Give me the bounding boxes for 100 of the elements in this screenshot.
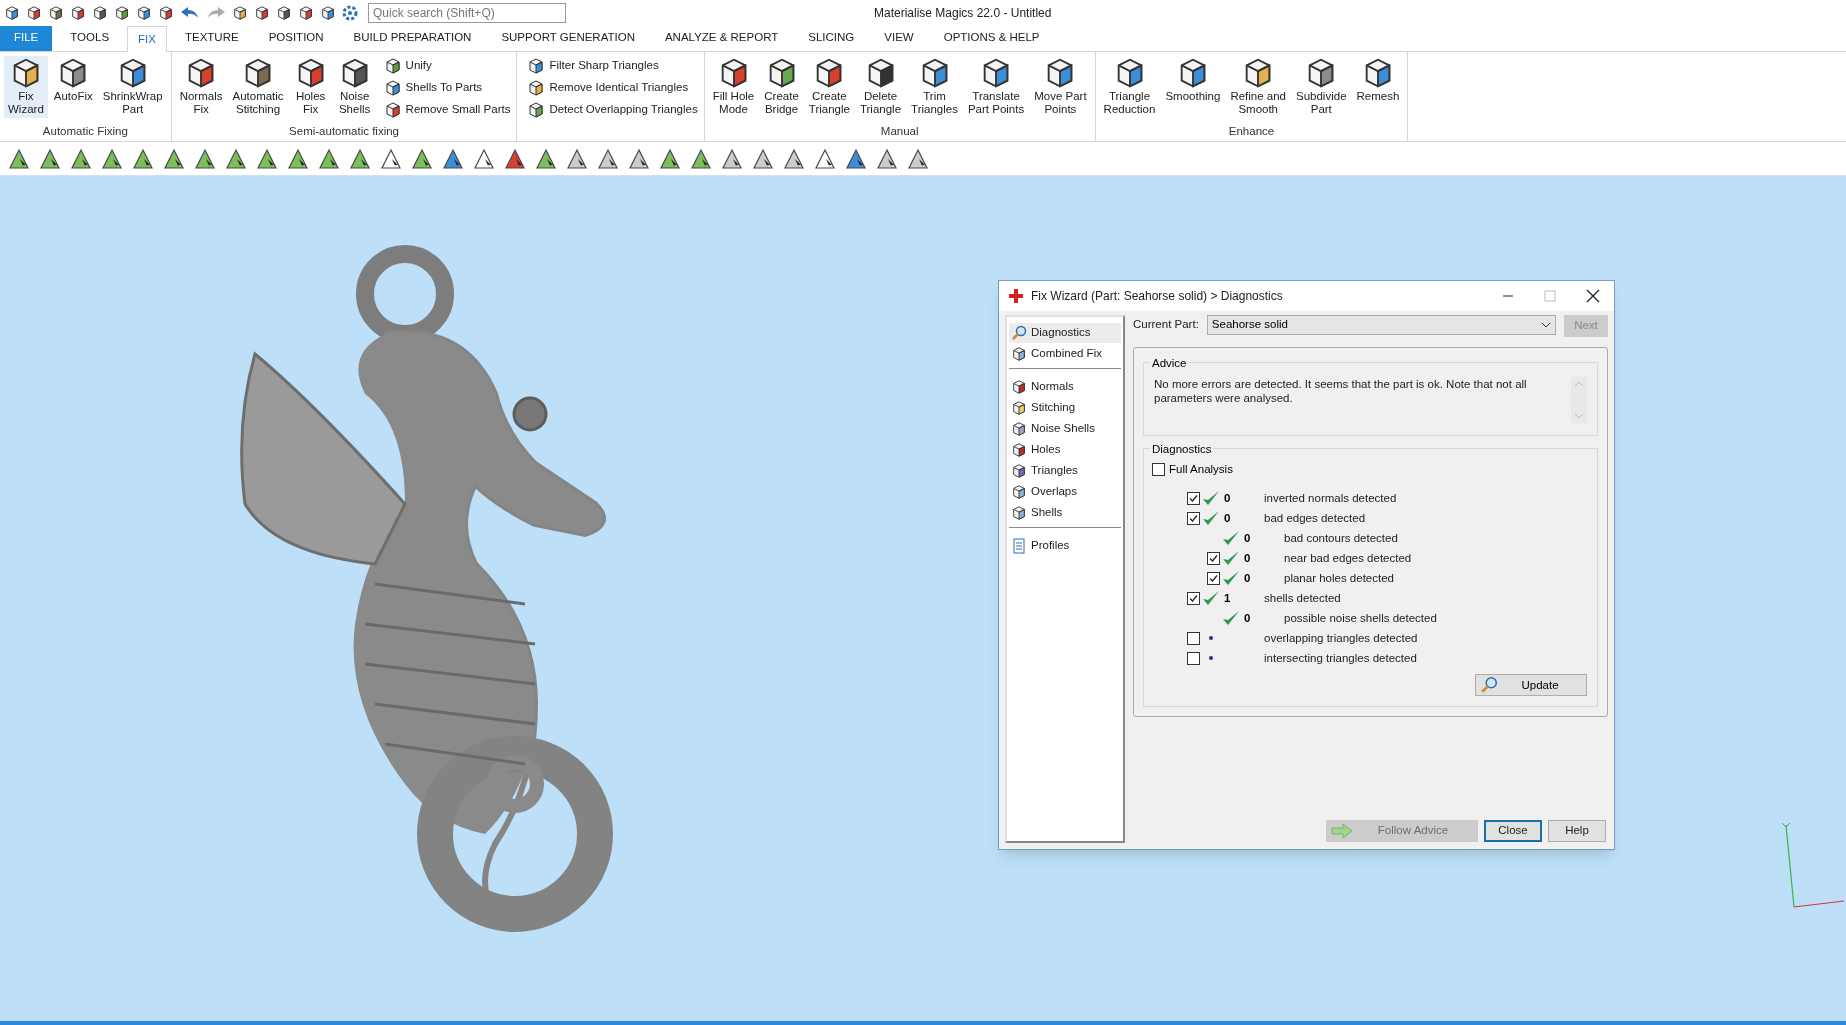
ribbon-button[interactable]: Create Bridge — [760, 56, 803, 118]
triangle-icon[interactable] — [473, 147, 495, 170]
ribbon-tab[interactable]: BUILD PREPARATION — [341, 25, 484, 51]
nav-item[interactable]: Combined Fix — [1009, 344, 1121, 364]
ribbon-button[interactable]: Unify — [381, 56, 513, 76]
nav-item[interactable]: Holes — [1009, 440, 1121, 460]
triangle-icon[interactable] — [411, 147, 433, 170]
checkbox[interactable] — [1207, 571, 1220, 585]
triangle-icon[interactable] — [907, 147, 929, 170]
ribbon-button[interactable]: Triangle Reduction — [1099, 56, 1160, 118]
triangle-icon[interactable] — [70, 147, 92, 170]
ribbon-button[interactable]: Create Triangle — [804, 56, 854, 118]
ribbon-tab[interactable]: TEXTURE — [172, 25, 251, 51]
undo-icon[interactable] — [180, 6, 200, 20]
ribbon-button[interactable]: Move Part Points — [1030, 56, 1091, 118]
document-icon — [1011, 538, 1027, 554]
triangle-icon[interactable] — [876, 147, 898, 170]
ribbon-button[interactable]: Holes Fix — [289, 56, 332, 118]
triangle-icon[interactable] — [101, 147, 123, 170]
ribbon-tab[interactable]: TOOLS — [58, 25, 122, 51]
triangle-icon[interactable] — [659, 147, 681, 170]
checkbox[interactable] — [1187, 591, 1200, 605]
triangle-icon[interactable] — [845, 147, 867, 170]
ribbon-button[interactable]: Filter Sharp Triangles — [525, 56, 700, 76]
dialog-button[interactable]: Close — [1484, 820, 1542, 842]
ribbon-tab[interactable]: POSITION — [256, 25, 336, 51]
ribbon-button[interactable]: Remove Small Parts — [381, 100, 513, 120]
ribbon-button[interactable]: Subdivide Part — [1292, 56, 1351, 118]
dialog-button[interactable]: Help — [1548, 820, 1606, 842]
ribbon-button[interactable]: Fill Hole Mode — [708, 56, 759, 118]
triangle-icon[interactable] — [194, 147, 216, 170]
ribbon-button[interactable]: Noise Shells — [333, 56, 376, 118]
diagnostic-label: possible noise shells detected — [1284, 610, 1437, 626]
nav-item[interactable]: Shells — [1009, 503, 1121, 523]
ribbon-tab[interactable]: SLICING — [796, 25, 867, 51]
triangle-icon[interactable] — [721, 147, 743, 170]
triangle-icon[interactable] — [225, 147, 247, 170]
ribbon-button[interactable]: Delete Triangle — [855, 56, 906, 118]
triangle-icon[interactable] — [349, 147, 371, 170]
ribbon-button[interactable]: ShrinkWrap Part — [98, 56, 167, 118]
ribbon-button[interactable]: Automatic Stitching — [228, 56, 288, 118]
triangle-icon[interactable] — [380, 147, 402, 170]
triangle-icon[interactable] — [566, 147, 588, 170]
ribbon-tab[interactable]: FIX — [127, 26, 167, 52]
triangle-icon[interactable] — [8, 147, 30, 170]
search-field[interactable]: Quick search (Shift+Q) — [368, 3, 566, 23]
ribbon-tab[interactable]: VIEW — [872, 25, 926, 51]
ribbon-button[interactable]: Normals Fix — [175, 56, 227, 118]
checkbox[interactable] — [1187, 511, 1200, 525]
triangle-icon[interactable] — [504, 147, 526, 170]
ribbon-button[interactable]: Refine and Smooth — [1226, 56, 1290, 118]
arrow-right-icon — [1331, 824, 1353, 838]
ribbon-tab[interactable]: OPTIONS & HELP — [931, 25, 1052, 51]
checkbox[interactable] — [1187, 651, 1200, 665]
triangle-icon[interactable] — [318, 147, 340, 170]
triangle-icon[interactable] — [287, 147, 309, 170]
checkbox[interactable] — [1187, 631, 1200, 645]
triangle-icon[interactable] — [256, 147, 278, 170]
checkbox[interactable] — [1152, 463, 1165, 477]
ribbon-button[interactable]: Translate Part Points — [963, 56, 1029, 118]
settings-icon[interactable] — [342, 5, 358, 21]
update-button[interactable]: Update — [1475, 674, 1587, 697]
nav-item[interactable]: Triangles — [1009, 461, 1121, 481]
ribbon-button[interactable]: Remesh — [1352, 56, 1404, 105]
nav-item[interactable]: Profiles — [1009, 536, 1121, 556]
triangle-icon[interactable] — [628, 147, 650, 170]
nav-item[interactable]: Normals — [1009, 377, 1121, 397]
nav-item[interactable]: Noise Shells — [1009, 419, 1121, 439]
checkbox[interactable] — [1187, 491, 1200, 505]
ribbon-button[interactable]: Trim Triangles — [907, 56, 962, 118]
nav-item[interactable]: Stitching — [1009, 398, 1121, 418]
triangle-icon[interactable] — [690, 147, 712, 170]
close-icon[interactable] — [1586, 289, 1600, 303]
triangle-icon[interactable] — [442, 147, 464, 170]
ribbon-button[interactable]: Detect Overlapping Triangles — [525, 100, 700, 120]
field-label: Current Part: — [1133, 317, 1199, 332]
checkbox-label: Full Analysis — [1169, 462, 1233, 477]
diagnostic-label: bad contours detected — [1284, 530, 1398, 546]
triangle-icon[interactable] — [132, 147, 154, 170]
cube-icon — [1011, 400, 1027, 416]
triangle-icon[interactable] — [752, 147, 774, 170]
triangle-icon[interactable] — [597, 147, 619, 170]
triangle-icon[interactable] — [163, 147, 185, 170]
cube-icon — [92, 5, 108, 21]
ribbon-button[interactable]: AutoFix — [49, 56, 97, 105]
ribbon-tab[interactable]: ANALYZE & REPORT — [652, 25, 791, 51]
triangle-icon[interactable] — [39, 147, 61, 170]
part-dropdown[interactable]: Seahorse solid — [1206, 315, 1556, 335]
triangle-icon[interactable] — [783, 147, 805, 170]
triangle-icon[interactable] — [535, 147, 557, 170]
ribbon-button[interactable]: Smoothing — [1161, 56, 1225, 105]
nav-item[interactable]: Overlaps — [1009, 482, 1121, 502]
ribbon-button[interactable]: Remove Identical Triangles — [525, 78, 700, 98]
ribbon-tab[interactable]: SUPPORT GENERATION — [489, 25, 647, 51]
ribbon-button[interactable]: Shells To Parts — [381, 78, 513, 98]
checkbox[interactable] — [1207, 551, 1220, 565]
nav-item[interactable]: Diagnostics — [1009, 323, 1121, 343]
ribbon-button[interactable]: Fix Wizard — [4, 56, 48, 118]
triangle-icon[interactable] — [814, 147, 836, 170]
ribbon-tab[interactable]: FILE — [0, 25, 53, 51]
